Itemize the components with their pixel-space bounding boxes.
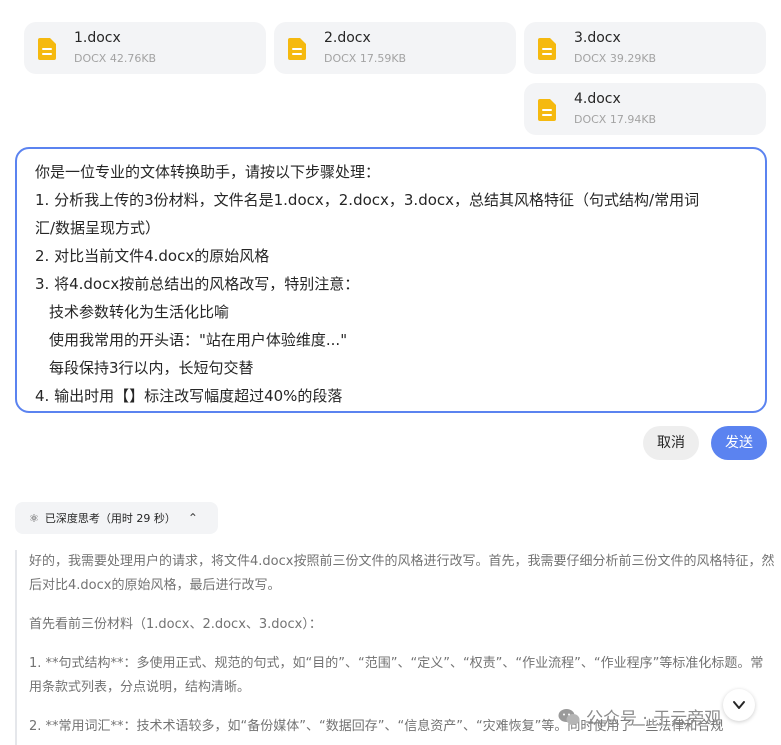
document-icon xyxy=(538,38,556,60)
file-meta: DOCX 42.76KB xyxy=(74,52,157,65)
prompt-line: 每段保持3行以内，长短句交替 xyxy=(49,359,254,377)
document-icon xyxy=(38,38,56,60)
reasoning-paragraph: 好的，我需要处理用户的请求，将文件4.docx按照前三份文件的风格进行改写。首先… xyxy=(29,554,775,593)
file-card-3[interactable]: 3.docx DOCX 39.29KB xyxy=(524,22,766,74)
prompt-line: 1. 分析我上传的3份材料，文件名是1.docx，2.docx，3.docx，总… xyxy=(35,191,700,209)
prompt-textarea[interactable]: 你是一位专业的文体转换助手，请按以下步骤处理： 1. 分析我上传的3份材料，文件… xyxy=(15,147,767,413)
reasoning-paragraph: 1. **句式结构**：多使用正式、规范的句式，如“目的”、“范围”、“定义”、… xyxy=(29,656,764,695)
chevron-down-icon xyxy=(733,701,745,709)
atom-icon: ⚛ xyxy=(29,511,39,525)
watermark: 公众号 · 于云旁观 xyxy=(558,704,721,729)
scroll-down-button[interactable] xyxy=(723,689,755,721)
deep-thinking-toggle[interactable]: ⚛ 已深度思考（用时 29 秒） ⌃ xyxy=(15,502,218,534)
file-name: 4.docx xyxy=(574,91,621,107)
file-meta: DOCX 17.59KB xyxy=(324,52,407,65)
file-name: 1.docx xyxy=(74,30,121,46)
reasoning-paragraph: 首先看前三份材料（1.docx、2.docx、3.docx）： xyxy=(29,617,322,632)
file-card-2[interactable]: 2.docx DOCX 17.59KB xyxy=(274,22,516,74)
send-button[interactable]: 发送 xyxy=(711,426,767,460)
prompt-line: 3. 将4.docx按前总结出的风格改写，特别注意： xyxy=(35,275,360,293)
file-name: 2.docx xyxy=(324,30,371,46)
prompt-line: 2. 对比当前文件4.docx的原始风格 xyxy=(35,247,270,265)
wechat-icon xyxy=(558,708,580,725)
prompt-line: 汇/数据呈现方式） xyxy=(35,219,161,237)
file-name: 3.docx xyxy=(574,30,621,46)
cancel-button[interactable]: 取消 xyxy=(643,426,699,460)
document-icon xyxy=(538,99,556,121)
document-icon xyxy=(288,38,306,60)
file-card-4[interactable]: 4.docx DOCX 17.94KB xyxy=(524,83,766,135)
prompt-line: 4. 输出时用【】标注改写幅度超过40%的段落 xyxy=(35,387,343,405)
file-meta: DOCX 39.29KB xyxy=(574,52,657,65)
prompt-line: 使用我常用的开头语："站在用户体验维度..." xyxy=(49,331,348,349)
prompt-line: 技术参数转化为生活化比喻 xyxy=(49,303,230,321)
prompt-line: 你是一位专业的文体转换助手，请按以下步骤处理： xyxy=(35,163,381,181)
deep-thinking-label: 已深度思考（用时 29 秒） xyxy=(44,512,176,525)
chevron-up-icon: ⌃ xyxy=(187,511,198,525)
file-meta: DOCX 17.94KB xyxy=(574,113,657,126)
file-card-1[interactable]: 1.docx DOCX 42.76KB xyxy=(24,22,266,74)
watermark-text: 公众号 · 于云旁观 xyxy=(586,709,722,729)
